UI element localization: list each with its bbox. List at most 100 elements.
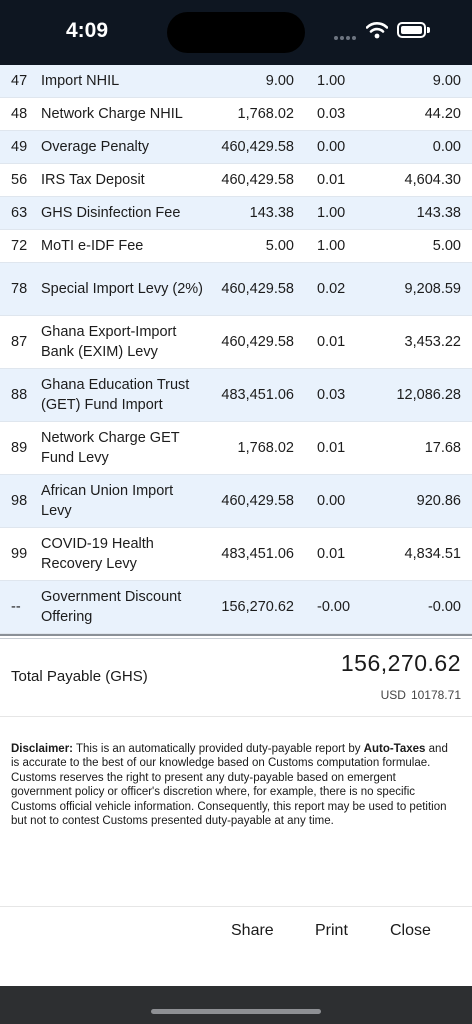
row-code: 48 xyxy=(11,106,28,122)
table-bottom-rule xyxy=(0,634,472,639)
status-time: 4:09 xyxy=(66,19,109,42)
row-amount: 9.00 xyxy=(432,73,461,89)
row-code: 88 xyxy=(11,387,28,403)
row-rate: 1.00 xyxy=(317,73,346,89)
row-base-value: 483,451.06 xyxy=(221,546,294,562)
row-base-value: 9.00 xyxy=(265,73,294,89)
row-amount: 12,086.28 xyxy=(396,387,461,403)
row-base-value: 1,768.02 xyxy=(237,106,294,122)
row-code: 89 xyxy=(11,440,28,456)
row-amount: 17.68 xyxy=(424,440,461,456)
row-amount: 44.20 xyxy=(424,106,461,122)
home-indicator[interactable] xyxy=(151,1009,321,1014)
row-base-value: 460,429.58 xyxy=(221,281,294,297)
table-row: 89 Network Charge GET Fund Levy 1,768.02 0.… xyxy=(0,422,472,475)
row-code: 98 xyxy=(11,493,28,509)
row-base-value: 156,270.62 xyxy=(221,599,294,615)
disclaimer-text-after: and is accurate to the best of our knowl… xyxy=(11,743,448,828)
wifi-icon xyxy=(366,22,388,39)
row-description: MoTI e-IDF Fee xyxy=(41,238,144,254)
row-base-value: 460,429.58 xyxy=(221,334,294,350)
action-bar: Share Print Close xyxy=(0,922,472,948)
row-rate: 0.01 xyxy=(317,334,346,350)
row-base-value: 143.38 xyxy=(249,205,294,221)
share-button[interactable]: Share xyxy=(231,922,274,940)
row-amount: 0.00 xyxy=(432,139,461,155)
row-code: 99 xyxy=(11,546,28,562)
row-description: GHS Disinfection Fee xyxy=(41,205,181,221)
row-base-value: 460,429.58 xyxy=(221,172,294,188)
row-description: Network Charge NHIL xyxy=(41,106,183,122)
row-rate: 0.01 xyxy=(317,172,346,188)
row-rate: -0.00 xyxy=(317,599,351,615)
row-amount: 3,453.22 xyxy=(404,334,461,350)
row-description: IRS Tax Deposit xyxy=(41,172,145,188)
row-code: 78 xyxy=(11,281,28,297)
disclaimer-label: Disclaimer: xyxy=(11,743,74,755)
row-code: 47 xyxy=(11,73,28,89)
row-base-value: 460,429.58 xyxy=(221,139,294,155)
usd-currency-label: USD xyxy=(380,688,406,702)
table-row: 98 African Union Import Levy 460,429.58 0.0… xyxy=(0,475,472,528)
row-base-value: 460,429.58 xyxy=(221,493,294,509)
row-amount: 9,208.59 xyxy=(404,281,461,297)
row-description: Government Discount Offering xyxy=(41,589,182,625)
row-description: Network Charge GET Fund Levy xyxy=(41,430,180,466)
row-rate: 0.03 xyxy=(317,387,346,403)
table-row: 99 COVID-19 Health Recovery Levy 483,451.0… xyxy=(0,528,472,581)
table-row: 48 Network Charge NHIL 1,768.02 0.03 44.20 xyxy=(0,98,472,131)
print-button[interactable]: Print xyxy=(315,922,348,940)
row-rate: 1.00 xyxy=(317,205,346,221)
row-amount: 143.38 xyxy=(416,205,461,221)
row-rate: 1.00 xyxy=(317,238,346,254)
dynamic-island xyxy=(167,12,305,53)
disclaimer: Disclaimer: This is an automatically pro… xyxy=(11,742,455,828)
row-base-value: 5.00 xyxy=(265,238,294,254)
actions-divider xyxy=(0,906,472,907)
row-code: 56 xyxy=(11,172,28,188)
row-rate: 0.01 xyxy=(317,440,346,456)
row-amount: 4,604.30 xyxy=(404,172,461,188)
row-description: Special Import Levy (2%) xyxy=(41,281,203,297)
row-code: 63 xyxy=(11,205,28,221)
status-bar: 4:09 xyxy=(0,0,472,65)
row-code: 72 xyxy=(11,238,28,254)
total-payable-label: Total Payable (GHS) xyxy=(11,668,148,685)
row-rate: 0.00 xyxy=(317,493,346,509)
row-code: -- xyxy=(11,599,21,615)
row-base-value: 1,768.02 xyxy=(237,440,294,456)
total-payable-value: 156,270.62 xyxy=(340,650,461,676)
table-row: 72 MoTI e-IDF Fee 5.00 1.00 5.00 xyxy=(0,230,472,263)
table-row: 63 GHS Disinfection Fee 143.38 1.00 143.38 xyxy=(0,197,472,230)
disclaimer-text-before: This is an automatically provided duty-p… xyxy=(76,743,361,755)
battery-icon xyxy=(397,22,430,38)
usd-value: 10178.71 xyxy=(410,688,461,702)
summary-divider xyxy=(0,716,472,717)
row-base-value: 483,451.06 xyxy=(221,387,294,403)
row-description: Import NHIL xyxy=(41,73,120,89)
table-row: 49 Overage Penalty 460,429.58 0.00 0.00 xyxy=(0,131,472,164)
table-row: 88 Ghana Education Trust (GET) Fund Impor… xyxy=(0,369,472,422)
row-amount: -0.00 xyxy=(427,599,461,615)
row-description: Ghana Export-Import Bank (EXIM) Levy xyxy=(41,324,177,360)
cellular-signal-icon xyxy=(334,36,360,42)
table-row: 78 Special Import Levy (2%) 460,429.58 0.02… xyxy=(0,263,472,316)
row-rate: 0.02 xyxy=(317,281,346,297)
usd-equivalent: USD 10178.71 xyxy=(381,688,461,702)
home-indicator-area xyxy=(0,986,472,1024)
row-code: 87 xyxy=(11,334,28,350)
row-amount: 4,834.51 xyxy=(404,546,461,562)
table-row: -- Government Discount Offering 156,270.62… xyxy=(0,581,472,634)
duty-table: 47 Import NHIL 9.00 1.00 9.00 48 Network Charg… xyxy=(0,65,472,634)
row-description: Overage Penalty xyxy=(41,139,150,155)
row-rate: 0.03 xyxy=(317,106,346,122)
table-row: 47 Import NHIL 9.00 1.00 9.00 xyxy=(0,65,472,98)
row-code: 49 xyxy=(11,139,28,155)
row-rate: 0.01 xyxy=(317,546,346,562)
row-description: African Union Import Levy xyxy=(41,483,174,519)
row-amount: 5.00 xyxy=(432,238,461,254)
close-button[interactable]: Close xyxy=(390,922,431,940)
row-description: Ghana Education Trust (GET) Fund Import xyxy=(41,377,190,413)
disclaimer-brand: Auto-Taxes xyxy=(363,743,426,755)
row-rate: 0.00 xyxy=(317,139,346,155)
